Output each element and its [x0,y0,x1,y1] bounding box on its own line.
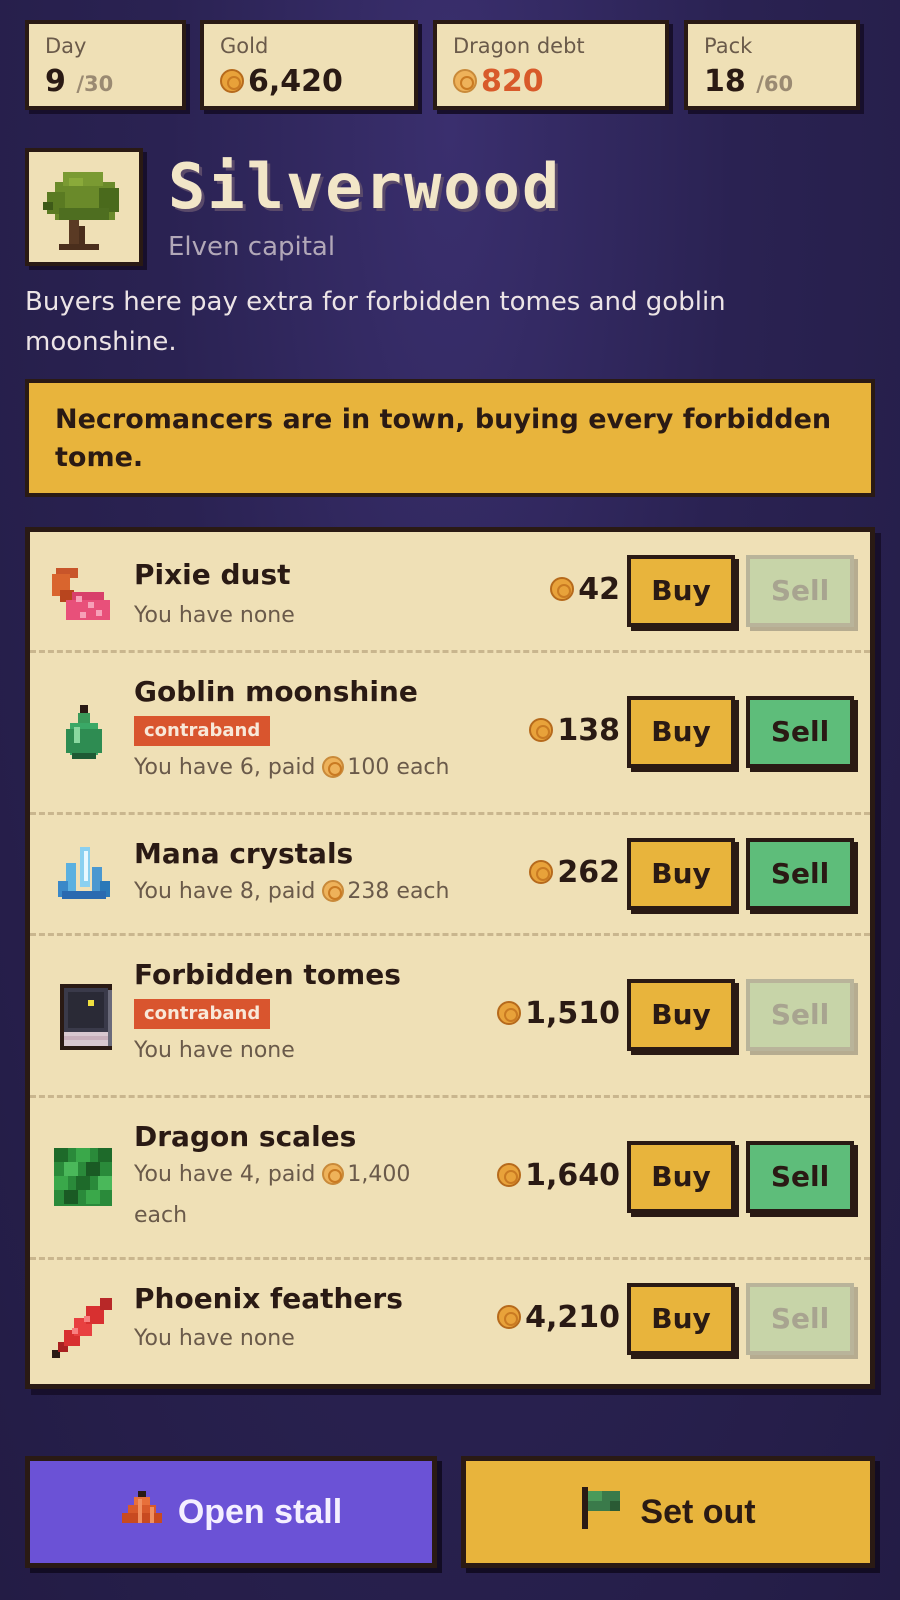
sell-button[interactable]: Sell [746,979,854,1051]
open-stall-button[interactable]: Open stall [25,1456,437,1568]
coin-icon [529,718,554,742]
item-name: Goblin moonshine [134,675,418,708]
day-value: 9 /30 [45,64,114,99]
gold-label: Gold [220,34,269,58]
stats-bar: Day 9 /30 Gold 6,420 Dragon debt 820 Pac… [25,20,875,112]
pack-stat: Pack 18 /60 [684,20,860,110]
item-name: Dragon scales [134,1120,357,1153]
item-price: 262 [529,855,620,890]
market-row-mana-crystals: Mana crystals You have 8, paid 238 each … [30,815,870,933]
dragon-debt-stat: Dragon debt 820 [433,20,669,110]
item-name: Forbidden tomes [134,958,401,991]
owned-text: You have 6, paid 100 each [134,755,450,780]
dragon-debt-value: 820 [453,62,649,102]
sell-button[interactable]: Sell [746,838,854,910]
pack-value: 18 /60 [704,64,794,99]
item-price: 1,640 [497,1158,620,1193]
coin-icon [497,1001,522,1025]
open-stall-label: Open stall [177,1492,343,1531]
pixie-dust-icon [52,562,112,630]
item-price: 42 [550,572,620,607]
tome-icon [58,984,114,1054]
sell-button[interactable]: Sell [746,555,854,627]
market-row-phoenix-feathers: Phoenix feathers You have none 4,210 Buy… [30,1260,870,1386]
coin-icon [550,577,575,601]
moonshine-bottle-icon [66,705,102,765]
market-row-pixie-dust: Pixie dust You have none 42 Buy Sell [30,532,870,650]
coin-icon [453,69,477,93]
event-banner: Necromancers are in town, buying every f… [25,379,875,497]
coin-icon [529,860,554,884]
sell-button[interactable]: Sell [746,1141,854,1213]
set-out-label: Set out [640,1492,756,1531]
town-subtitle: Elven capital [168,232,336,262]
item-price: 4,210 [497,1300,620,1335]
market-row-forbidden-tomes: Forbidden tomes contraband You have none… [30,936,870,1095]
coin-icon [497,1305,522,1329]
dragon-scale-icon [54,1148,112,1210]
day-stat: Day 9 /30 [25,20,186,110]
coin-icon [322,756,345,778]
sell-button[interactable]: Sell [746,696,854,768]
buy-button[interactable]: Buy [627,979,735,1051]
contraband-badge: contraband [134,716,271,746]
day-label: Day [45,34,87,58]
coin-icon [322,880,345,902]
tent-icon [120,1490,162,1534]
coin-icon [220,69,244,93]
item-price: 1,510 [497,996,620,1031]
coin-icon [497,1163,522,1187]
owned-text: You have none [134,1038,295,1063]
market-panel: Pixie dust You have none 42 Buy Sell Gob… [25,527,875,1389]
buy-button[interactable]: Buy [627,838,735,910]
crystal-icon [58,847,110,905]
buy-button[interactable]: Buy [627,555,735,627]
pack-label: Pack [704,34,753,58]
set-out-button[interactable]: Set out [461,1456,875,1568]
coin-icon [322,1163,345,1185]
market-row-goblin-moonshine: Goblin moonshine contraband You have 6, … [30,653,870,812]
feather-icon [52,1298,114,1362]
town-description: Buyers here pay extra for forbidden tome… [25,287,726,357]
gold-value: 6,420 [220,62,398,102]
buy-button[interactable]: Buy [627,1141,735,1213]
gold-stat: Gold 6,420 [200,20,418,110]
item-price: 138 [529,713,620,748]
item-name: Pixie dust [134,558,291,591]
contraband-badge: contraband [134,999,271,1029]
market-row-dragon-scales: Dragon scales You have 4, paid 1,400 each… [30,1098,870,1257]
owned-text: You have 4, paid 1,400 each [134,1162,411,1228]
flag-icon [580,1486,624,1538]
item-name: Phoenix feathers [134,1282,403,1315]
sell-button[interactable]: Sell [746,1283,854,1355]
item-name: Mana crystals [134,837,354,870]
dragon-debt-label: Dragon debt [453,34,585,58]
tree-icon [25,148,143,266]
town-name: Silverwood [168,150,562,223]
buy-button[interactable]: Buy [627,1283,735,1355]
owned-text: You have none [134,603,295,628]
owned-text: You have 8, paid 238 each [134,879,450,904]
owned-text: You have none [134,1326,295,1351]
buy-button[interactable]: Buy [627,696,735,768]
